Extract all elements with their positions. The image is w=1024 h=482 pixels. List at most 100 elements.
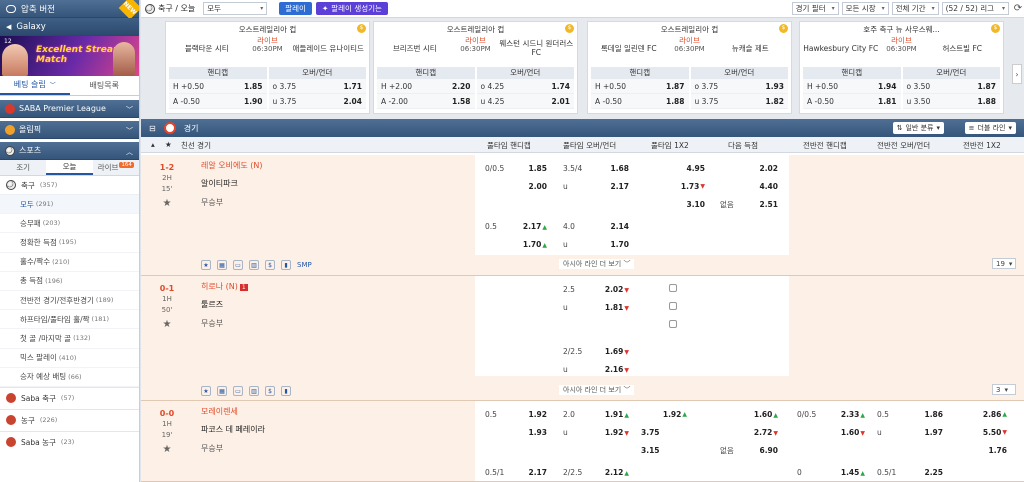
live-score-icon[interactable]: ▮ [281,260,291,270]
home-team[interactable]: 레알 오비에도 (N) [201,160,262,171]
more-asian-lines-link[interactable]: 아시아 라인 더 보기 ﹀ [559,259,635,269]
star-icon[interactable]: ★ [165,140,172,149]
odds-cell[interactable]: 5.50 ▼ [953,423,1011,441]
odds-cell[interactable]: 1.60▲ [716,405,782,423]
odds-cell[interactable]: u 3.50 1.88 [902,94,1000,109]
featured-match-card[interactable]: 오스트레일리아 컵 $ 록데일 일린덴 FC 라이브 06:30PM 뉴캐슬 제트 … [587,21,792,114]
odds-cell[interactable]: 1.60▼ [793,423,869,441]
odds-cell[interactable]: 3.10 [637,195,709,213]
odds-cell[interactable]: 2.72▼ [716,423,782,441]
sort-select[interactable]: ⇅ 일반 분류 ▾ [892,122,944,134]
odds-cell[interactable]: u 3.75 2.04 [268,94,366,109]
league-select[interactable]: (52 / 52) 리그 ▾ [941,2,1009,15]
odds-cell[interactable]: H +0.50 1.94 [803,79,901,94]
smp-label[interactable]: SMP [297,261,312,269]
odds-cell[interactable]: 1.93 [481,423,551,441]
lines-select[interactable]: ≡ 더블 라인 ▾ [964,122,1016,134]
odds-cell[interactable]: u 4.25 2.01 [476,94,574,109]
odds-cell[interactable]: 1.92 ▲ [637,405,691,423]
odds-cell[interactable]: 0.5 1.92 [481,405,551,423]
more-markets-select[interactable]: 19 ▾ [992,258,1016,269]
stats-icon[interactable]: ▦ [217,386,227,396]
odds-cell[interactable]: u 1.81▼ [559,298,633,316]
odds-cell[interactable]: H +2.00 2.20 [377,79,475,94]
refresh-icon[interactable]: ⟳ [1012,3,1024,14]
odds-cell[interactable]: o 3.50 1.87 [902,79,1000,94]
odds-cell[interactable]: 4.40 [716,177,782,195]
home-team[interactable]: 히로나 (N) 1 [201,281,248,292]
odds-cell[interactable]: u 1.97 [873,423,947,441]
odds-cell[interactable]: u 3.75 1.82 [690,94,788,109]
bet-type-item[interactable]: 믹스 팔레이 (410) [0,349,139,368]
next-arrow-icon[interactable]: › [1012,64,1022,84]
odds-cell[interactable]: 없음 2.51 [716,195,782,213]
star-icon[interactable]: ★ [201,386,211,396]
dollar-icon[interactable]: $ [265,260,275,270]
bet-type-item[interactable]: 승자 예상 배팅 (66) [0,368,139,387]
bet-type-item[interactable]: 총 득점 (196) [0,272,139,291]
sport-item[interactable]: Saba 농구 (23) [0,430,139,453]
parlay-generator-button[interactable]: ✦ 팔레이 생성기는 [315,2,388,15]
odds-cell[interactable]: 3.75 [637,423,709,441]
chart-icon[interactable]: ▥ [249,260,259,270]
star-icon[interactable]: ★ [141,444,193,455]
star-icon[interactable]: ★ [141,319,193,330]
promo-banner[interactable]: 12 Excellent Streamer Match [0,36,139,76]
odds-cell[interactable]: A -0.50 1.90 [169,94,267,109]
featured-match-card[interactable]: 오스트레일리아 컵 $ 블랙타운 시티 라이브 06:30PM 애들레이드 유나이티… [165,21,370,114]
live-score-icon[interactable]: ▮ [281,386,291,396]
away-team[interactable]: 파코스 데 페레이라 [201,424,265,435]
odds-cell[interactable]: 2/2.5 1.69▼ [559,342,633,360]
odds-cell[interactable]: u 1.92▼ [559,423,633,441]
home-team[interactable]: 모레이렌세 [201,406,238,417]
featured-match-card[interactable]: 호주 축구 뉴 사우스웨... $ Hawkesbury City FC 라이브 0… [799,21,1004,114]
dollar-icon[interactable]: $ [265,386,275,396]
bet-type-item[interactable]: 전반전 경기/전후반경기 (189) [0,291,139,311]
odds-cell[interactable]: 0.5/1 2.25 [873,463,947,481]
tab-today[interactable]: 오늘 [46,160,93,175]
odds-cell[interactable]: 2.02 [716,159,782,177]
away-team[interactable]: 툴르즈 [201,299,223,310]
bet-type-item[interactable]: 첫 골 /마지막 골 (132) [0,329,139,349]
featured-match-card[interactable]: 오스트레일리아 컵 $ 브리즈번 시티 라이브 06:30PM 웨스턴 시드니 원더… [373,21,578,114]
odds-cell[interactable]: 2/2.5 2.12▲ [559,463,633,481]
section-olympics[interactable]: 올림픽 ﹀ [0,121,139,139]
sport-item[interactable]: 농구 (226) [0,408,139,431]
parlay-button[interactable]: 팔레이 [279,2,312,15]
tv-icon[interactable]: ▭ [233,260,243,270]
collapse-icon[interactable]: ⊟ [149,124,156,133]
tab-bet-slip[interactable]: 베팅 슬립 ﹀ [0,76,70,95]
section-sports[interactable]: 스포츠 ︿ [0,142,139,160]
match-filter-select[interactable]: 경기 필터 ▾ [791,2,839,15]
odds-cell[interactable]: u 1.70 [559,235,633,253]
odds-cell[interactable]: 0.5 1.86 [873,405,947,423]
odds-cell[interactable]: 2.5 2.02▼ [559,280,633,298]
odds-cell[interactable]: 0.5 2.17▲ [481,217,551,235]
sport-item[interactable]: Saba 축구 (57) [0,386,139,409]
odds-cell[interactable]: A -0.50 1.88 [591,94,689,109]
market-select[interactable]: 모두 ▾ [203,2,268,15]
odds-cell[interactable]: 2.86 ▲ [953,405,1011,423]
odds-cell[interactable]: 3.5/4 1.68 [559,159,633,177]
period-select[interactable]: 전체 기간 ▾ [891,2,939,15]
odds-cell[interactable]: 4.95 [637,159,709,177]
odds-cell[interactable]: 2.00 [481,177,551,195]
odds-cell[interactable]: 2.0 1.91▲ [559,405,633,423]
tv-icon[interactable]: ▭ [233,386,243,396]
odds-cell[interactable]: 4.0 2.14 [559,217,633,235]
away-team[interactable]: 알이티파크 [201,178,238,189]
stats-icon[interactable]: ▦ [217,260,227,270]
odds-cell[interactable]: 0/0.5 1.85 [481,159,551,177]
tab-live[interactable]: 라이브 164 [93,160,139,175]
odds-cell[interactable]: 1.70▲ [481,235,551,253]
galaxy-header[interactable]: ◀ Galaxy [0,18,139,36]
odds-cell[interactable]: A -2.00 1.58 [377,94,475,109]
odds-cell[interactable]: o 4.25 1.74 [476,79,574,94]
tab-bet-list[interactable]: 배팅목록 [70,76,140,95]
chart-icon[interactable]: ▥ [249,386,259,396]
odds-cell[interactable]: u 2.16▼ [559,360,633,378]
odds-cell[interactable]: u 2.17 [559,177,633,195]
tab-early[interactable]: 조기 [0,160,46,175]
odds-cell[interactable]: 3.15 [637,441,709,459]
odds-cell[interactable]: 1.76 [953,441,1011,459]
